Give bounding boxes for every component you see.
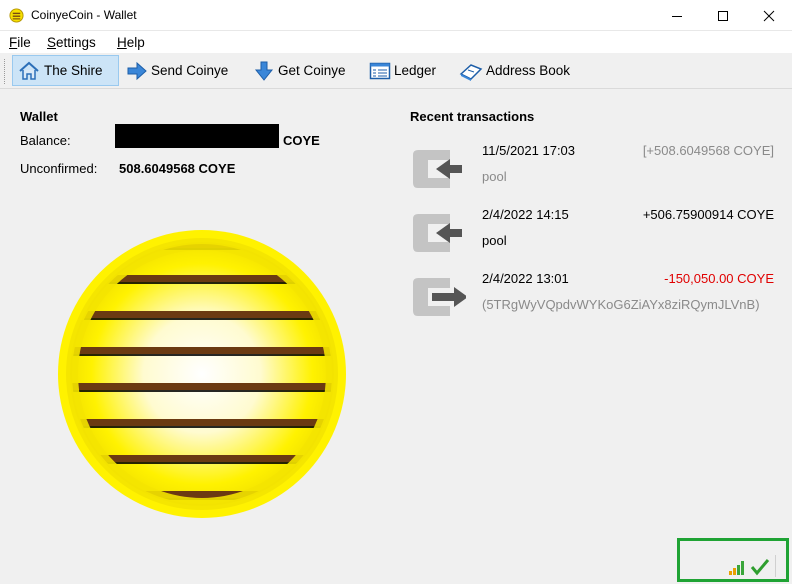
tx-amount: +506.75900914 COYE xyxy=(642,207,774,222)
address-book-icon xyxy=(459,63,483,81)
tab-ledger[interactable]: Ledger xyxy=(365,55,440,86)
toolbar: The Shire Send Coinye Get Coinye Ledger … xyxy=(0,53,792,89)
get-arrow-icon xyxy=(254,61,274,81)
balance-unit: COYE xyxy=(283,133,320,148)
unconfirmed-label: Unconfirmed: xyxy=(20,161,98,176)
tx-in-icon xyxy=(413,214,462,252)
transaction-item[interactable]: 11/5/2021 17:03 [+508.6049568 COYE] pool xyxy=(408,142,778,196)
tx-in-icon xyxy=(413,150,462,188)
tx-counterparty: (5TRgWyVQpdvWYKoG6ZiAYx8ziRQymJLVnB) xyxy=(482,297,760,312)
wallet-heading: Wallet xyxy=(20,109,58,124)
tx-out-icon xyxy=(413,278,466,316)
maximize-icon xyxy=(718,10,728,21)
tx-date: 2/4/2022 14:15 xyxy=(482,207,569,222)
toolbar-grip[interactable] xyxy=(4,59,7,84)
menu-settings[interactable]: Settings xyxy=(47,35,96,50)
transaction-item[interactable]: 2/4/2022 13:01 -150,050.00 COYE (5TRgWyV… xyxy=(408,270,778,324)
title-bar: CoinyeCoin - Wallet xyxy=(0,0,792,31)
close-icon xyxy=(763,10,775,21)
tab-send-coinye[interactable]: Send Coinye xyxy=(122,55,232,86)
menu-file[interactable]: File xyxy=(9,35,31,50)
send-arrow-icon xyxy=(127,61,147,80)
maximize-button[interactable] xyxy=(700,0,746,31)
sync-check-icon[interactable] xyxy=(750,558,770,576)
coin-logo xyxy=(58,230,346,518)
status-bar-highlight xyxy=(677,538,789,582)
tx-date: 2/4/2022 13:01 xyxy=(482,271,569,286)
status-separator xyxy=(775,555,776,577)
tab-send-coinye-label: Send Coinye xyxy=(151,63,229,78)
close-button[interactable] xyxy=(746,0,792,31)
tx-amount: [+508.6049568 COYE] xyxy=(642,143,774,158)
balance-label: Balance: xyxy=(20,133,71,148)
tab-get-coinye-label: Get Coinye xyxy=(278,63,346,78)
minimize-button[interactable] xyxy=(654,0,700,31)
tx-counterparty: pool xyxy=(482,233,507,248)
window-title: CoinyeCoin - Wallet xyxy=(31,8,137,22)
signal-icon[interactable] xyxy=(729,561,745,575)
tx-counterparty: pool xyxy=(482,169,507,184)
ledger-icon xyxy=(369,62,391,79)
menu-bar: File Settings Help xyxy=(0,31,792,53)
minimize-icon xyxy=(672,15,682,17)
house-icon xyxy=(19,61,39,80)
tab-the-shire-label: The Shire xyxy=(44,63,103,78)
menu-help[interactable]: Help xyxy=(117,35,145,50)
tx-date: 11/5/2021 17:03 xyxy=(482,143,576,158)
balance-value-redacted xyxy=(115,124,279,148)
recent-transactions-heading: Recent transactions xyxy=(410,109,535,124)
tab-get-coinye[interactable]: Get Coinye xyxy=(249,55,350,86)
app-coin-icon xyxy=(9,8,24,23)
tab-ledger-label: Ledger xyxy=(394,63,437,78)
tab-the-shire[interactable]: The Shire xyxy=(12,55,119,86)
tx-amount: -150,050.00 COYE xyxy=(664,271,774,286)
transaction-item[interactable]: 2/4/2022 14:15 +506.75900914 COYE pool xyxy=(408,206,778,260)
unconfirmed-value: 508.6049568 COYE xyxy=(119,161,236,176)
tab-address-book-label: Address Book xyxy=(486,63,571,78)
tab-address-book[interactable]: Address Book xyxy=(455,55,574,86)
